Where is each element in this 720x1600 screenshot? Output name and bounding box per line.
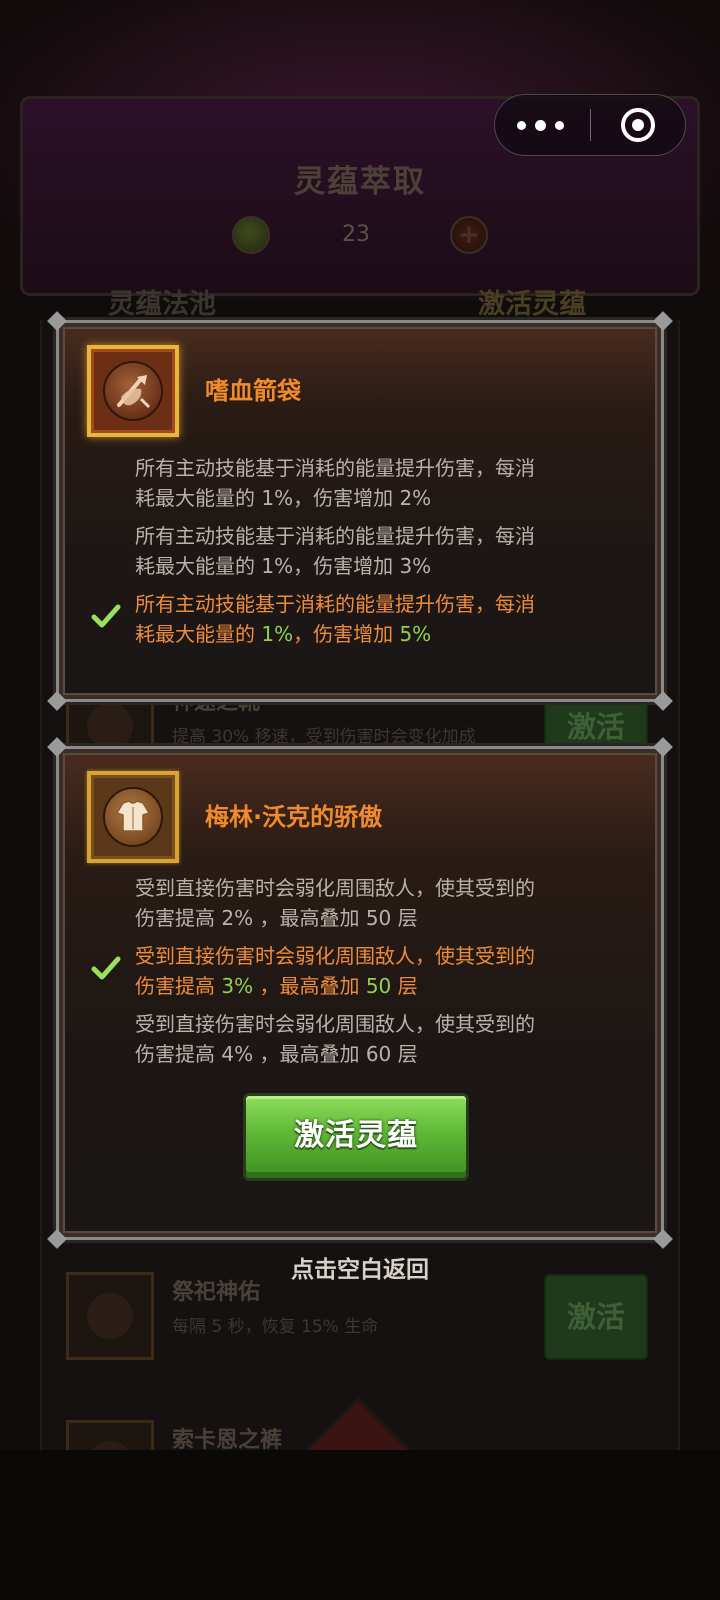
- check-icon: [91, 604, 121, 628]
- tier-value: 50: [365, 906, 392, 930]
- coin-icon: [232, 216, 270, 254]
- armor-icon: [87, 771, 179, 863]
- tier-value: 3%: [399, 554, 432, 578]
- tier-value: 50: [365, 974, 392, 998]
- tier-line: 耗最大能量的 1%，伤害增加 3%: [135, 554, 432, 578]
- tier-value: 2%: [221, 906, 254, 930]
- spirit-title: 嗜血箭袋: [205, 377, 301, 405]
- tier-line: 所有主动技能基于消耗的能量提升伤害，每消: [135, 456, 535, 480]
- capsule-menu: [494, 94, 686, 156]
- check-icon: [91, 956, 121, 980]
- tier-line: 耗最大能量的 1%，伤害增加 5%: [135, 622, 432, 646]
- target-icon[interactable]: [621, 108, 655, 142]
- tier-description-active: 受到直接伤害时会弱化周围敌人，使其受到的 伤害提高 3% ，最高叠加 50 层: [91, 941, 635, 1001]
- bg-footer: [0, 1450, 720, 1600]
- bg-item-desc: 提高 30% 移速，受到伤害时会变化加成: [172, 727, 476, 747]
- spirit-title: 梅林·沃克的骄傲: [205, 803, 383, 831]
- tier-line: 受到直接伤害时会弱化周围敌人，使其受到的: [135, 876, 535, 900]
- bg-item-desc: 每隔 5 秒，恢复 15% 生命: [172, 1317, 379, 1337]
- tier-value: 1%: [261, 622, 294, 646]
- activate-spirit-button[interactable]: 激活灵蕴: [243, 1093, 469, 1181]
- plus-icon: +: [450, 216, 488, 254]
- tier-value: 3%: [221, 974, 254, 998]
- quiver-icon: [87, 345, 179, 437]
- tier-value: 4%: [221, 1042, 254, 1066]
- bg-page-title: 灵蕴萃取: [294, 164, 426, 200]
- tier-description: 所有主动技能基于消耗的能量提升伤害，每消 耗最大能量的 1%，伤害增加 2%: [135, 453, 635, 513]
- tier-value: 1%: [261, 554, 294, 578]
- tier-description: 受到直接伤害时会弱化周围敌人，使其受到的 伤害提高 2% ，最高叠加 50 层: [135, 873, 635, 933]
- bg-item-thumb: [66, 1272, 154, 1360]
- tier-description: 受到直接伤害时会弱化周围敌人，使其受到的 伤害提高 4% ，最高叠加 60 层: [135, 1009, 635, 1069]
- tier-line: 受到直接伤害时会弱化周围敌人，使其受到的: [135, 944, 535, 968]
- tier-line: 所有主动技能基于消耗的能量提升伤害，每消: [135, 524, 535, 548]
- bg-activate-button: 激活: [544, 1274, 648, 1360]
- tier-line: 伤害提高 4% ，最高叠加 60 层: [135, 1042, 418, 1066]
- capsule-divider: [590, 109, 591, 141]
- tier-line: 受到直接伤害时会弱化周围敌人，使其受到的: [135, 1012, 535, 1036]
- tier-description-active: 所有主动技能基于消耗的能量提升伤害，每消 耗最大能量的 1%，伤害增加 5%: [91, 589, 635, 649]
- bg-list-item: 祭祀神佑 每隔 5 秒，恢复 15% 生命 激活: [66, 1272, 656, 1364]
- tier-value: 60: [365, 1042, 392, 1066]
- tier-description: 所有主动技能基于消耗的能量提升伤害，每消 耗最大能量的 1%，伤害增加 3%: [135, 521, 635, 581]
- tier-value: 5%: [399, 622, 432, 646]
- tier-line: 伤害提高 3% ，最高叠加 50 层: [135, 974, 418, 998]
- tier-line: 所有主动技能基于消耗的能量提升伤害，每消: [135, 592, 535, 616]
- spirit-detail-card: 嗜血箭袋 所有主动技能基于消耗的能量提升伤害，每消 耗最大能量的 1%，伤害增加…: [47, 311, 673, 711]
- tier-value: 2%: [399, 486, 432, 510]
- bg-currency-bar: 23 +: [232, 214, 488, 258]
- more-icon[interactable]: [517, 95, 571, 155]
- tier-value: 1%: [261, 486, 294, 510]
- tier-line: 伤害提高 2% ，最高叠加 50 层: [135, 906, 418, 930]
- spirit-detail-card: 梅林·沃克的骄傲 受到直接伤害时会弱化周围敌人，使其受到的 伤害提高 2% ，最…: [47, 737, 673, 1249]
- tap-blank-to-return-hint: 点击空白返回: [291, 1257, 429, 1283]
- bg-currency-count: 23: [342, 222, 370, 247]
- tier-line: 耗最大能量的 1%，伤害增加 2%: [135, 486, 432, 510]
